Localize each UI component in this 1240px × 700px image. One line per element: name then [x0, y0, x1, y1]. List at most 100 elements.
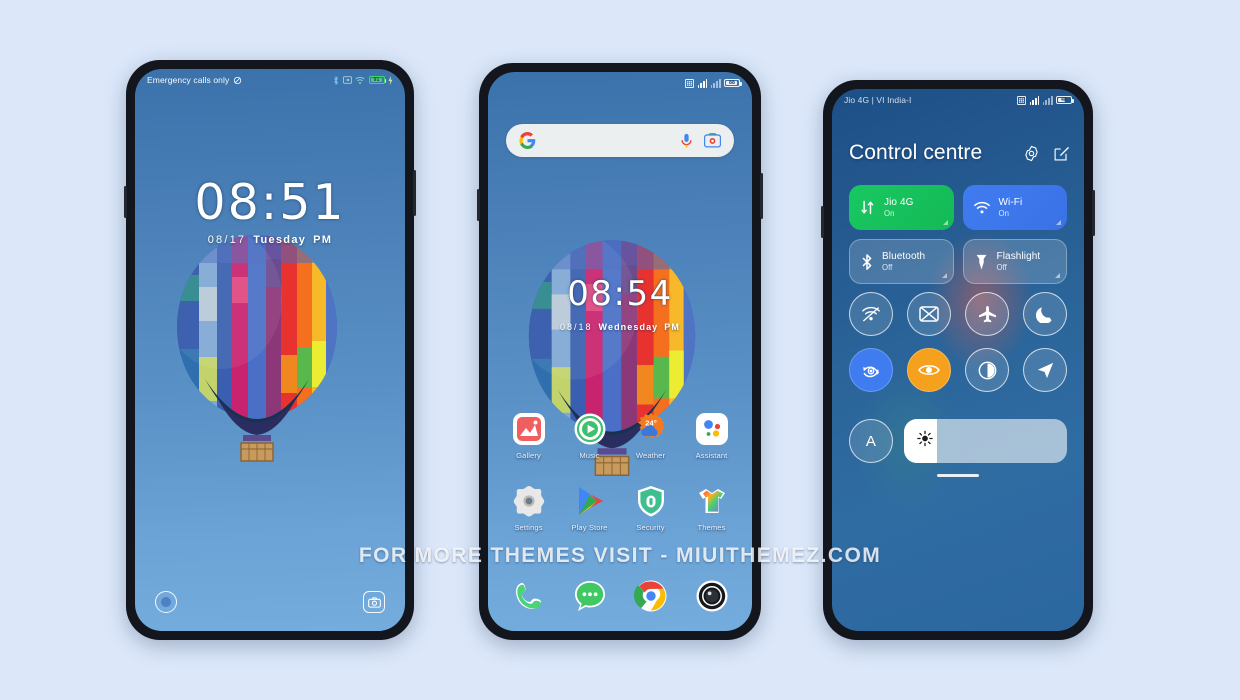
toggle-dark-mode[interactable] — [1023, 292, 1067, 336]
tile-expand-corner[interactable] — [1055, 273, 1060, 278]
app-themes[interactable]: Themes — [684, 484, 740, 532]
homescreen-screen: 88 08:54 08/18 Wednesday PM Gallery Musi… — [488, 72, 752, 631]
control-centre-statusbar: Jio 4G | VI India-I 48 — [832, 89, 1084, 111]
wallpaper — [135, 69, 405, 631]
camera-icon[interactable] — [363, 591, 385, 613]
tile-mobile-data[interactable]: Jio 4G On — [849, 185, 954, 230]
themes-icon — [695, 484, 729, 518]
toggle-hotspot[interactable] — [849, 292, 893, 336]
app-label: Security — [636, 523, 665, 532]
edit-icon[interactable] — [1054, 145, 1070, 161]
dock-chrome[interactable] — [623, 579, 679, 613]
lockscreen-statusbar: Emergency calls only 91 — [135, 69, 405, 91]
auto-brightness-button[interactable]: A — [849, 419, 893, 463]
tile-expand-corner[interactable] — [941, 273, 947, 278]
dock-camera[interactable] — [684, 579, 740, 613]
drag-handle[interactable] — [937, 474, 979, 477]
brightness-slider[interactable] — [904, 419, 1067, 463]
dock-messages[interactable] — [562, 579, 618, 613]
sim-card-icon — [1017, 95, 1026, 105]
lockscreen-meridiem: PM — [313, 234, 333, 246]
app-gallery[interactable]: Gallery — [501, 412, 557, 460]
bluetooth-icon — [334, 75, 339, 85]
app-grid-row2: Settings Play Store Security Themes — [498, 484, 742, 532]
flashlight-icon — [976, 254, 986, 270]
toggle-cast[interactable] — [907, 292, 951, 336]
lockscreen-shortcuts — [135, 591, 405, 613]
flashlight-ring-icon[interactable] — [155, 591, 177, 613]
music-icon — [573, 412, 607, 446]
tile-state: Off — [996, 263, 1007, 272]
quick-toggle-tiles: Jio 4G On Wi-Fi On Bluetooth Off Flashli… — [849, 185, 1067, 284]
settings-gear-icon[interactable] — [1023, 145, 1040, 162]
weather-icon: 24° — [634, 412, 668, 446]
toggle-airplane[interactable] — [965, 292, 1009, 336]
signal-bars-icon — [1029, 96, 1040, 105]
phone-icon — [512, 579, 546, 613]
sim-card-icon — [685, 78, 694, 88]
microphone-icon[interactable] — [680, 133, 693, 149]
app-label: Assistant — [695, 451, 728, 460]
homescreen-date: 08/18 Wednesday PM — [488, 322, 752, 332]
lockscreen-date: 08/17 Tuesday PM — [135, 234, 405, 246]
lockscreen-date-number: 08/17 — [207, 234, 247, 246]
airplane-icon — [978, 305, 996, 322]
google-search-bar[interactable] — [506, 124, 734, 157]
wifi-icon — [355, 76, 365, 84]
battery-icon: 91 — [368, 75, 387, 85]
toggle-reading-mode[interactable] — [907, 348, 951, 392]
svg-text:24°: 24° — [645, 419, 656, 428]
google-lens-icon[interactable] — [704, 133, 721, 148]
tile-name: Wi-Fi — [998, 197, 1023, 208]
app-label: Gallery — [516, 451, 541, 460]
app-play-store[interactable]: Play Store — [562, 484, 618, 532]
assistant-icon — [695, 412, 729, 446]
screenshot-stage: Emergency calls only 91 08:51 08/17 Tues… — [0, 0, 1240, 700]
toggle-contrast[interactable] — [965, 348, 1009, 392]
contrast-icon — [978, 361, 996, 379]
camera-icon — [695, 579, 729, 613]
auto-rotate-icon — [862, 366, 880, 378]
settings-icon — [512, 484, 546, 518]
brightness-row: A — [849, 419, 1067, 463]
control-centre-header: Control centre — [849, 141, 1070, 165]
location-arrow-icon — [1037, 362, 1053, 378]
tile-name: Bluetooth — [882, 251, 926, 262]
brightness-sun-icon — [917, 430, 933, 452]
tile-wifi[interactable]: Wi-Fi On — [962, 185, 1067, 230]
circular-toggles-row1 — [849, 292, 1067, 336]
app-label: Music — [579, 451, 600, 460]
tile-flashlight[interactable]: Flashlight Off — [962, 239, 1067, 284]
play-store-icon — [573, 484, 607, 518]
google-g-icon — [519, 132, 536, 149]
app-weather[interactable]: 24° Weather — [623, 412, 679, 460]
carrier-label: Jio 4G | VI India-I — [844, 95, 912, 105]
app-assistant[interactable]: Assistant — [684, 412, 740, 460]
screenshot-icon — [342, 76, 352, 84]
tile-expand-corner[interactable] — [942, 220, 948, 225]
no-sim-icon — [234, 76, 242, 84]
toggle-location[interactable] — [1023, 348, 1067, 392]
signal-bars-icon — [697, 79, 708, 88]
tile-state: Off — [882, 263, 893, 272]
app-music[interactable]: Music — [562, 412, 618, 460]
app-label: Settings — [514, 523, 543, 532]
homescreen-weekday: Wednesday — [598, 322, 659, 332]
moon-icon — [1036, 307, 1052, 323]
dock-phone[interactable] — [501, 579, 557, 613]
phone-homescreen: 88 08:54 08/18 Wednesday PM Gallery Musi… — [477, 63, 763, 640]
toggle-auto-rotate[interactable] — [849, 348, 893, 392]
bluetooth-icon — [862, 253, 872, 270]
circular-toggles — [849, 292, 1067, 392]
tile-expand-corner[interactable] — [1056, 220, 1061, 225]
tile-state: On — [998, 209, 1009, 218]
circular-toggles-row2 — [849, 348, 1067, 392]
tile-bluetooth[interactable]: Bluetooth Off — [849, 239, 954, 284]
mobile-data-icon — [861, 200, 874, 215]
battery-icon: 88 — [724, 78, 742, 88]
lockscreen-clock: 08:51 — [194, 174, 346, 231]
homescreen-clock: 08:54 — [567, 274, 673, 314]
tile-name: Flashlight — [996, 251, 1041, 262]
app-security[interactable]: Security — [623, 484, 679, 532]
app-settings[interactable]: Settings — [501, 484, 557, 532]
